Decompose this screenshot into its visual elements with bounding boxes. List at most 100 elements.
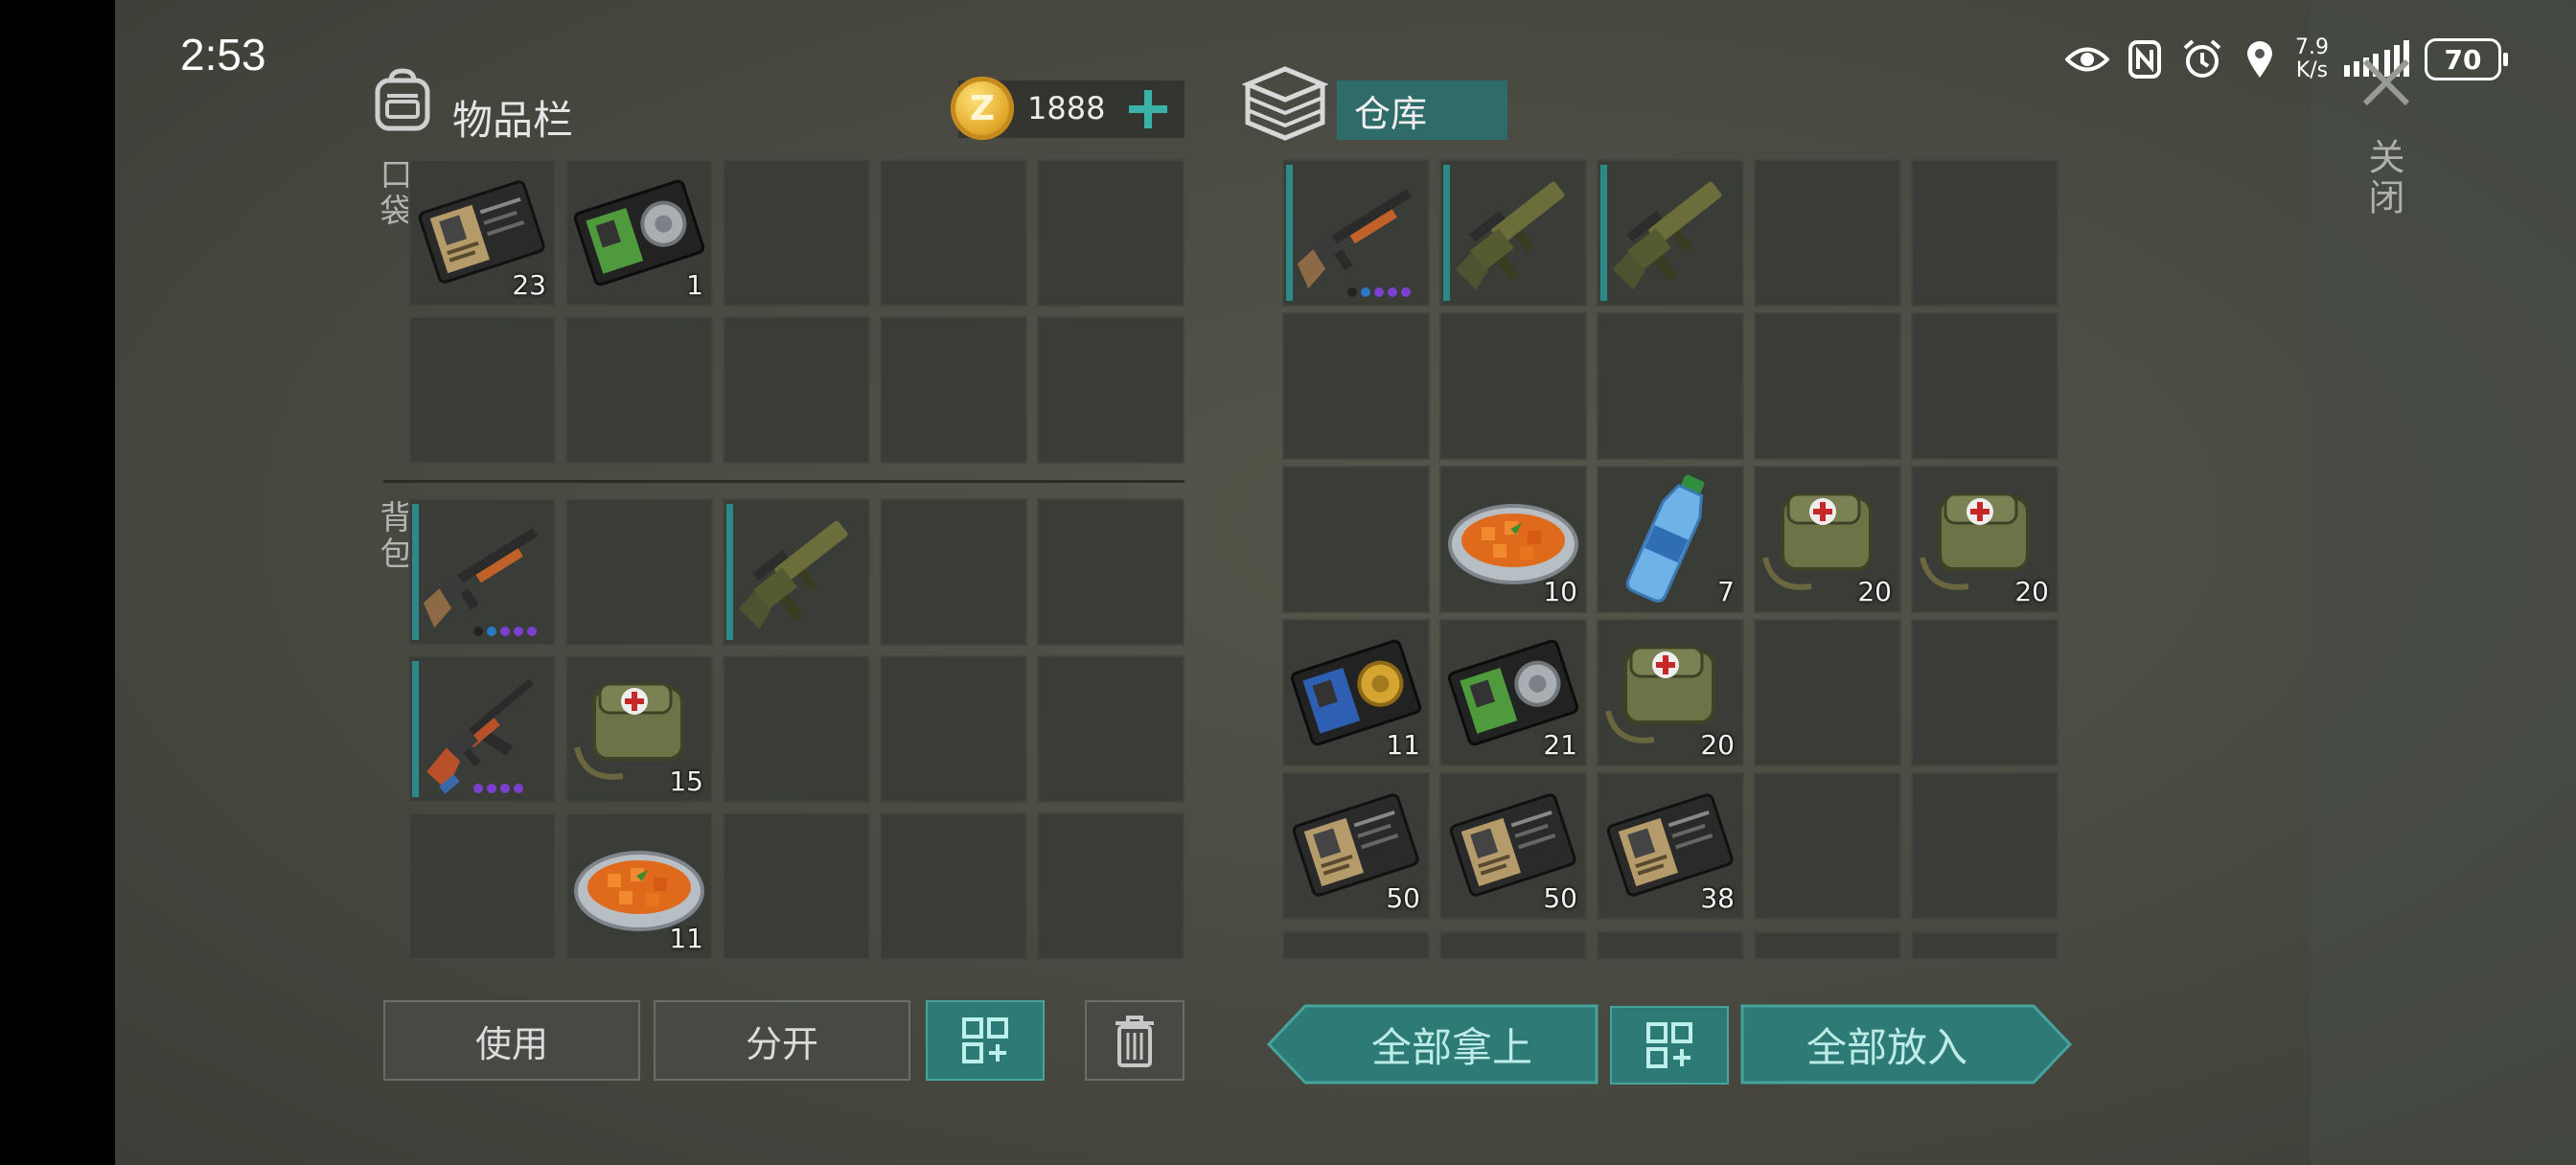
pocket-slot[interactable] xyxy=(1037,316,1184,464)
pocket-slot[interactable] xyxy=(565,316,713,464)
storage-slot[interactable]: 20 xyxy=(1911,466,2058,613)
backpack-slot[interactable] xyxy=(408,655,556,803)
item-quantity: 20 xyxy=(1700,729,1735,761)
storage-slot[interactable] xyxy=(1911,772,2058,920)
storage-slot[interactable] xyxy=(1754,312,1901,460)
rarity-dot xyxy=(473,784,483,793)
rarity-dots xyxy=(473,784,523,793)
backpack-slot[interactable] xyxy=(880,655,1027,803)
net-speed-unit: K/s xyxy=(2295,58,2329,82)
rarity-dot xyxy=(473,627,483,636)
pocket-slot[interactable] xyxy=(880,316,1027,464)
close-button[interactable]: 关闭 xyxy=(2348,54,2425,245)
item-quantity: 11 xyxy=(669,923,703,954)
pocket-slot[interactable] xyxy=(880,159,1027,307)
backpack-slot[interactable] xyxy=(1037,812,1184,960)
backpack-slot[interactable] xyxy=(880,812,1027,960)
item-quantity: 11 xyxy=(1386,729,1420,761)
backpack-slot[interactable] xyxy=(565,498,713,646)
inventory-sort-button[interactable] xyxy=(926,1000,1045,1081)
item-quantity: 20 xyxy=(1857,576,1892,607)
rarity-dot xyxy=(514,784,523,793)
rarity-dot xyxy=(527,627,537,636)
storage-slot[interactable] xyxy=(1439,312,1587,460)
storage-slot[interactable] xyxy=(1911,312,2058,460)
storage-slot[interactable]: 50 xyxy=(1282,772,1430,920)
rarity-dot xyxy=(514,627,523,636)
discard-button[interactable] xyxy=(1085,1000,1184,1081)
item-quantity: 23 xyxy=(512,269,546,301)
storage-slot[interactable]: 10 xyxy=(1439,466,1587,613)
storage-slot[interactable] xyxy=(1754,159,1901,307)
storage-slot[interactable] xyxy=(1911,619,2058,766)
backpack-slot[interactable] xyxy=(723,812,870,960)
storage-slot[interactable] xyxy=(1282,466,1430,613)
storage-slot[interactable] xyxy=(1911,931,2058,960)
storage-slot[interactable] xyxy=(1754,931,1901,960)
backpack-slot[interactable] xyxy=(723,498,870,646)
storage-slot[interactable]: 20 xyxy=(1754,466,1901,613)
item-quantity: 1 xyxy=(686,269,703,301)
backpack-slot[interactable] xyxy=(723,655,870,803)
storage-slot[interactable] xyxy=(1597,159,1744,307)
backpack-slot[interactable]: 15 xyxy=(565,655,713,803)
backpack-slot[interactable] xyxy=(408,498,556,646)
storage-slot[interactable] xyxy=(1282,312,1430,460)
take-all-button[interactable]: 全部拿上 xyxy=(1267,1004,1598,1085)
rarity-dot xyxy=(1361,287,1370,297)
pocket-slot[interactable]: 23 xyxy=(408,159,556,307)
grenade-launcher-icon xyxy=(1439,159,1587,307)
rarity-dot xyxy=(500,784,510,793)
pocket-slot[interactable] xyxy=(723,159,870,307)
eye-icon xyxy=(2065,37,2109,81)
storage-slot[interactable] xyxy=(1597,931,1744,960)
use-button[interactable]: 使用 xyxy=(383,1000,640,1081)
storage-slot[interactable] xyxy=(1754,772,1901,920)
storage-slot[interactable] xyxy=(1754,619,1901,766)
storage-slot[interactable] xyxy=(1439,931,1587,960)
backpack-header-icon xyxy=(370,67,435,136)
status-time: 2:53 xyxy=(180,30,266,80)
pocket-slot[interactable] xyxy=(408,316,556,464)
storage-slot[interactable] xyxy=(1439,159,1587,307)
item-quantity: 38 xyxy=(1700,882,1735,914)
storage-slot[interactable] xyxy=(1911,159,2058,307)
storage-slot[interactable] xyxy=(1597,312,1744,460)
trash-icon xyxy=(1116,1016,1154,1067)
rarity-dot xyxy=(1347,287,1357,297)
storage-slot[interactable]: 20 xyxy=(1597,619,1744,766)
nfc-icon xyxy=(2123,37,2167,81)
item-quantity: 50 xyxy=(1543,882,1577,914)
status-icons: 7.9 K/s 70 xyxy=(2065,33,2508,86)
backpack-slot[interactable] xyxy=(1037,655,1184,803)
rarity-dot xyxy=(1388,287,1397,297)
pocket-slot[interactable]: 1 xyxy=(565,159,713,307)
storage-sort-button[interactable] xyxy=(1610,1006,1729,1085)
storage-slot[interactable]: 7 xyxy=(1597,466,1744,613)
section-divider xyxy=(383,480,1184,483)
backpack-slot[interactable]: 11 xyxy=(565,812,713,960)
storage-slot[interactable]: 50 xyxy=(1439,772,1587,920)
storage-slot[interactable]: 11 xyxy=(1282,619,1430,766)
store-all-button[interactable]: 全部放入 xyxy=(1740,1004,2072,1085)
rarity-dot xyxy=(1374,287,1384,297)
pocket-slot[interactable] xyxy=(723,316,870,464)
take-all-label: 全部拿上 xyxy=(1370,1023,1532,1071)
storage-title: 仓库 xyxy=(1337,80,1507,140)
network-speed: 7.9 K/s xyxy=(2295,36,2329,82)
item-quantity: 7 xyxy=(1717,576,1735,607)
storage-slot[interactable]: 38 xyxy=(1597,772,1744,920)
battery-indicator: 70 xyxy=(2425,38,2508,80)
add-currency-button[interactable] xyxy=(1119,80,1177,138)
shotgun-icon xyxy=(1282,159,1430,307)
storage-slot[interactable]: 21 xyxy=(1439,619,1587,766)
pocket-slot[interactable] xyxy=(1037,159,1184,307)
split-button[interactable]: 分开 xyxy=(654,1000,910,1081)
backpack-slot[interactable] xyxy=(1037,498,1184,646)
backpack-slot[interactable] xyxy=(880,498,1027,646)
storage-slot[interactable] xyxy=(1282,931,1430,960)
backpack-slot[interactable] xyxy=(408,812,556,960)
ak-rifle-icon xyxy=(408,655,556,803)
storage-slot[interactable] xyxy=(1282,159,1430,307)
rarity-dot xyxy=(500,627,510,636)
